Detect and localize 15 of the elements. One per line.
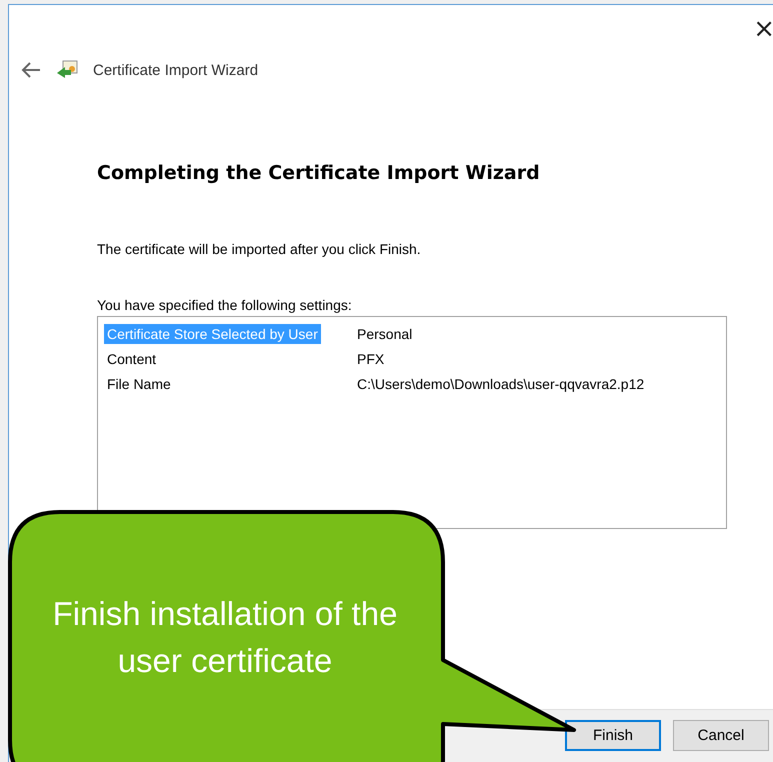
setting-value: Personal	[356, 326, 414, 342]
cancel-button[interactable]: Cancel	[673, 720, 769, 751]
page-heading: Completing the Certificate Import Wizard	[97, 162, 541, 184]
settings-label: You have specified the following settings:	[97, 297, 353, 313]
window-title: Certificate Import Wizard	[93, 62, 258, 78]
setting-value: C:\Users\demo\Downloads\user-qqvavra2.p12	[356, 376, 646, 392]
setting-value: PFX	[356, 350, 386, 366]
setting-name[interactable]: Content	[104, 348, 160, 368]
close-button[interactable]: ×	[753, 5, 773, 45]
certificate-icon	[55, 59, 79, 81]
setting-name[interactable]: File Name	[104, 374, 174, 394]
callout-text: Finish installation of the user certificate	[52, 594, 398, 681]
intro-text: The certificate will be imported after you click Finish.	[97, 241, 422, 257]
back-button[interactable]	[21, 62, 41, 78]
finish-button[interactable]: Finish	[565, 720, 661, 751]
